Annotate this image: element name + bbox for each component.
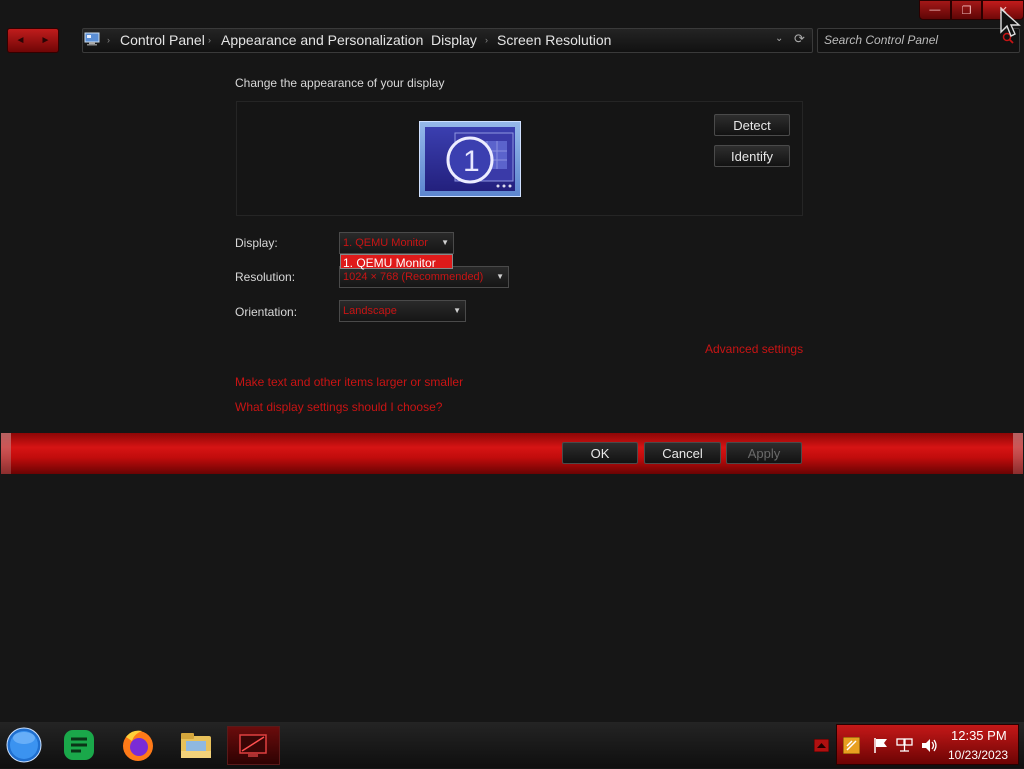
- breadcrumb-separator: ›: [107, 35, 110, 45]
- search-input[interactable]: [824, 32, 996, 48]
- start-button-icon[interactable]: [6, 727, 42, 763]
- address-bar[interactable]: › Control Panel › Appearance and Persona…: [82, 28, 813, 53]
- address-history-dropdown[interactable]: ⌄: [775, 33, 783, 44]
- display-settings-taskbar-icon: [239, 734, 267, 757]
- nav-buttons: ◄ ►: [7, 28, 59, 53]
- breadcrumb-separator: ›: [417, 35, 420, 45]
- resolution-label: Resolution:: [235, 270, 296, 284]
- display-settings-help-link[interactable]: What display settings should I choose?: [235, 400, 442, 414]
- monitor-screen: 1: [425, 127, 515, 191]
- display-select-value: 1. QEMU Monitor: [343, 237, 428, 249]
- chevron-down-icon: ▼: [453, 306, 461, 315]
- clock-time[interactable]: 12:35 PM: [951, 728, 1007, 743]
- larger-text-link[interactable]: Make text and other items larger or smal…: [235, 375, 463, 389]
- monitor-number: 1: [463, 145, 480, 178]
- breadcrumb-appearance[interactable]: Appearance and Personalization: [221, 32, 423, 48]
- maximize-button[interactable]: ❐: [950, 0, 983, 20]
- file-explorer-icon[interactable]: [178, 727, 214, 763]
- display-label: Display:: [235, 236, 278, 250]
- apply-button[interactable]: Apply: [726, 442, 802, 464]
- monitor-1-thumbnail[interactable]: 1: [419, 121, 521, 197]
- mouse-cursor-icon: [1000, 8, 1021, 37]
- detect-button[interactable]: Detect: [714, 114, 790, 136]
- minimize-button[interactable]: —: [919, 0, 951, 20]
- display-option[interactable]: 1. QEMU Monitor: [343, 256, 436, 270]
- back-arrow-icon[interactable]: ◄: [8, 29, 33, 52]
- taskbar-active-window[interactable]: [227, 726, 280, 765]
- display-select[interactable]: 1. QEMU Monitor ▼: [339, 232, 454, 254]
- firefox-icon[interactable]: [120, 727, 156, 763]
- orientation-select-value: Landscape: [343, 305, 397, 317]
- control-panel-icon: [84, 32, 100, 46]
- identify-button[interactable]: Identify: [714, 145, 790, 167]
- page-heading: Change the appearance of your display: [235, 76, 445, 90]
- resolution-select-value: 1024 × 768 (Recommended): [343, 271, 484, 283]
- network-icon[interactable]: [896, 737, 913, 754]
- cancel-button[interactable]: Cancel: [644, 442, 721, 464]
- breadcrumb-display[interactable]: Display: [431, 32, 477, 48]
- orientation-select[interactable]: Landscape ▼: [339, 300, 466, 322]
- breadcrumb-screen-resolution[interactable]: Screen Resolution: [497, 32, 611, 48]
- tray-app-icon[interactable]: [843, 737, 860, 754]
- volume-icon[interactable]: [920, 737, 938, 754]
- orientation-label: Orientation:: [235, 305, 298, 319]
- action-center-flag-icon[interactable]: [872, 737, 889, 754]
- forward-arrow-icon[interactable]: ►: [33, 29, 58, 52]
- monitor-arrangement-panel: 1 Detect Identify: [236, 101, 803, 216]
- bar-edge-left: [1, 433, 11, 474]
- advanced-settings-link[interactable]: Advanced settings: [705, 342, 803, 356]
- show-hidden-icons-icon[interactable]: [814, 739, 829, 752]
- breadcrumb-control-panel[interactable]: Control Panel: [120, 32, 205, 48]
- breadcrumb-separator: ›: [208, 35, 211, 45]
- refresh-icon[interactable]: ⟳: [794, 31, 805, 47]
- bar-edge-right: [1013, 433, 1023, 474]
- button-bar: [1, 433, 1023, 474]
- chevron-down-icon: ▼: [441, 238, 449, 247]
- ok-button[interactable]: OK: [562, 442, 638, 464]
- notes-app-icon[interactable]: [61, 727, 97, 763]
- clock-date[interactable]: 10/23/2023: [948, 748, 1008, 762]
- breadcrumb-separator: ›: [485, 35, 488, 45]
- display-dropdown-list: 1. QEMU Monitor: [340, 254, 453, 270]
- chevron-down-icon: ▼: [496, 272, 504, 281]
- search-box: [817, 28, 1020, 53]
